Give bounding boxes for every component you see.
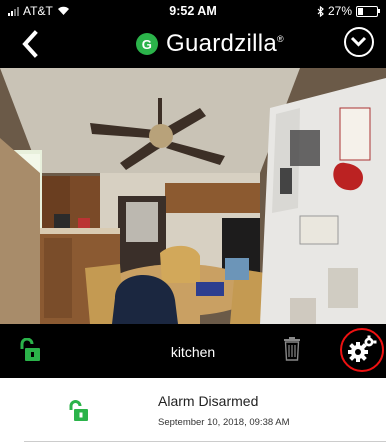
brand: G Guardzilla®	[136, 30, 284, 58]
trash-icon	[284, 337, 300, 361]
delete-button[interactable]	[284, 337, 300, 366]
unlocked-padlock-icon	[69, 400, 88, 421]
highlight-ring	[340, 328, 384, 372]
event-title: Alarm Disarmed	[158, 393, 259, 409]
back-button[interactable]	[16, 28, 46, 60]
nav-bar: G Guardzilla®	[0, 22, 386, 68]
settings-button[interactable]	[340, 328, 384, 372]
event-status-icon	[66, 400, 90, 427]
bluetooth-icon	[317, 5, 324, 17]
event-timestamp: September 10, 2018, 09:38 AM	[158, 417, 290, 428]
brand-name: Guardzilla®	[166, 30, 284, 57]
battery-group: 27%	[317, 4, 380, 18]
camera-feed[interactable]	[0, 68, 386, 324]
status-bar: AT&T 9:52 AM 27%	[0, 0, 386, 22]
camera-snapshot	[0, 68, 386, 324]
battery-percent: 27%	[327, 4, 352, 18]
brand-logo-icon: G	[136, 33, 158, 55]
battery-fill	[358, 7, 363, 15]
event-list-item[interactable]: Alarm Disarmed September 10, 2018, 09:38…	[0, 378, 386, 442]
chevron-left-icon	[22, 30, 38, 58]
camera-name: kitchen	[170, 344, 216, 360]
menu-dropdown-button[interactable]	[344, 27, 374, 57]
camera-control-bar: kitchen	[0, 324, 386, 378]
chevron-down-icon	[350, 36, 367, 47]
battery-icon	[356, 5, 380, 17]
